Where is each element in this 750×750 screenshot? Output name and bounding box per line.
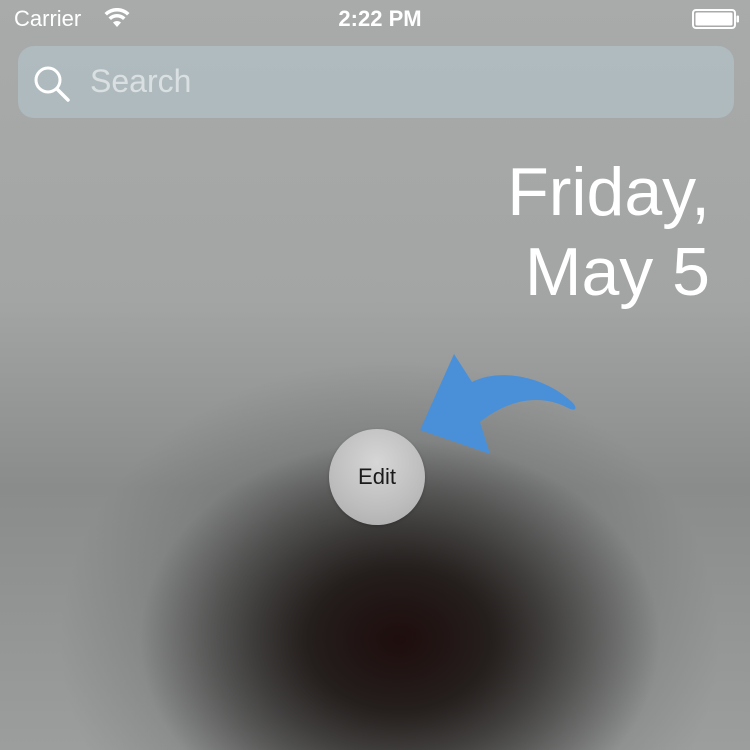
- date-display: Friday, May 5: [310, 152, 710, 312]
- edit-button[interactable]: Edit: [329, 429, 425, 525]
- status-bar: Carrier 2:22 PM: [0, 0, 750, 40]
- search-icon: [34, 66, 70, 102]
- search-bar[interactable]: Search: [18, 46, 734, 118]
- edit-button-label: Edit: [358, 464, 396, 489]
- status-time: 2:22 PM: [338, 6, 422, 31]
- search-input[interactable]: Search: [90, 63, 191, 100]
- date-month-day: May 5: [524, 234, 710, 310]
- arrow-icon: [420, 354, 576, 454]
- date-weekday: Friday,: [507, 154, 710, 230]
- battery-icon: [692, 9, 739, 29]
